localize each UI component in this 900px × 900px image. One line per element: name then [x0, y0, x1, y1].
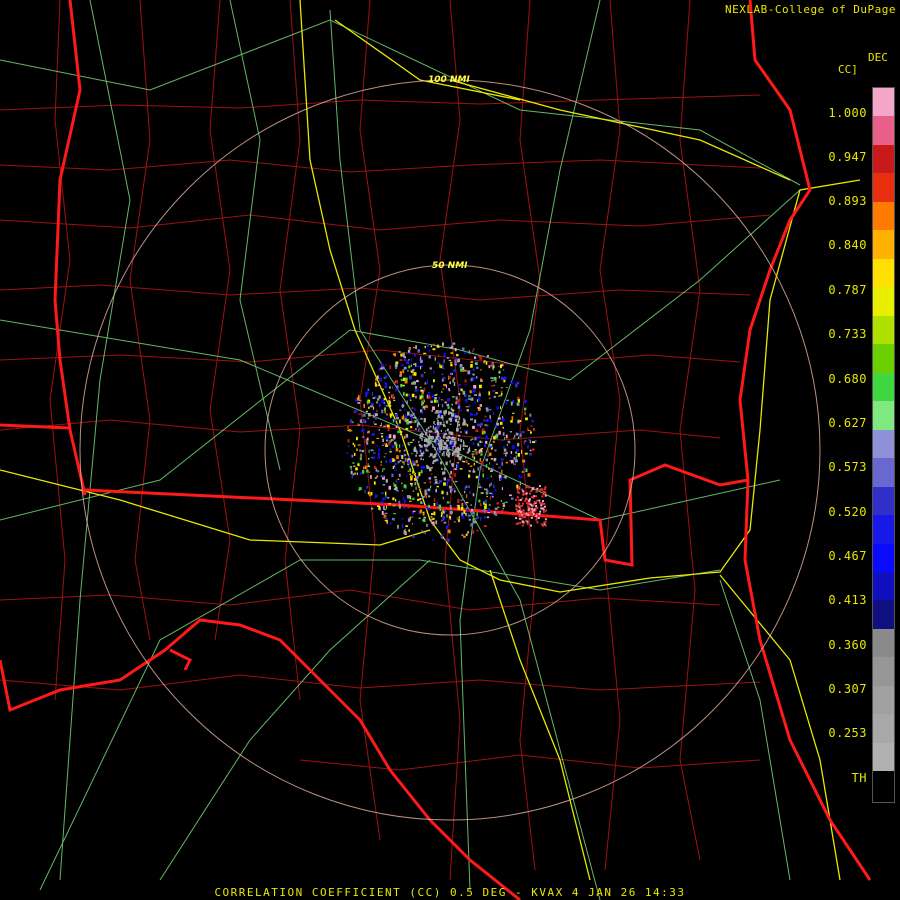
- legend-tick-label: 0.947: [828, 150, 867, 164]
- legend-color-segment: [873, 230, 894, 259]
- ring-label-50: 50 NMI: [432, 261, 468, 271]
- legend-tick-label: 1.000: [828, 106, 867, 120]
- legend-color-segment: [873, 258, 894, 288]
- legend-tick-label: 0.360: [828, 638, 867, 652]
- legend-color-segment: [873, 600, 894, 629]
- legend-color-segment: [873, 372, 894, 402]
- legend-tick-label: 0.787: [828, 283, 867, 297]
- legend-tick-label: 0.627: [828, 416, 867, 430]
- legend-color-segment: [873, 543, 894, 572]
- legend-tick-label: 0.253: [828, 726, 867, 740]
- legend-color-segment: [873, 144, 894, 174]
- legend-tick-label: 0.893: [828, 194, 867, 208]
- radar-map: 50 NMI 100 NMI: [0, 0, 900, 900]
- legend-color-segment: [873, 515, 894, 544]
- legend-color-segment: [873, 685, 894, 715]
- legend-title: DEC CC]: [838, 52, 888, 76]
- credit-label: NEXLAB-College of DuPage: [725, 3, 896, 16]
- legend-color-segment: [873, 201, 894, 231]
- legend-tick-label: 0.680: [828, 372, 867, 386]
- legend-color-segment: [873, 771, 894, 800]
- legend-tick-label: 0.520: [828, 505, 867, 519]
- legend-tick-label: 0.733: [828, 327, 867, 341]
- legend-color-segment: [873, 742, 894, 772]
- legend-color-segment: [873, 173, 894, 202]
- legend-color-segment: [873, 657, 894, 686]
- legend-tick-label: 0.840: [828, 238, 867, 252]
- legend-color-segment: [873, 571, 894, 601]
- legend-color-segment: [873, 287, 894, 316]
- legend-color-segment: [873, 344, 894, 373]
- legend-color-segment: [873, 88, 894, 117]
- legend-color-segment: [873, 116, 894, 145]
- legend-color-segment: [873, 486, 894, 516]
- legend-tick-label: TH: [851, 771, 867, 785]
- legend-tick-label: 0.573: [828, 460, 867, 474]
- ring-label-100: 100 NMI: [428, 75, 470, 85]
- legend-color-segment: [873, 429, 894, 459]
- legend-color-segment: [873, 401, 894, 430]
- legend-color-segment: [873, 714, 894, 743]
- legend-color-segment: [873, 315, 894, 345]
- legend-tick-label: 0.413: [828, 593, 867, 607]
- legend-title-line2: CC]: [838, 63, 858, 76]
- product-caption: CORRELATION COEFFICIENT (CC) 0.5 DEG - K…: [214, 886, 686, 899]
- legend-color-segment: [873, 458, 894, 487]
- legend-color-segment: [873, 628, 894, 658]
- color-scale-bar: [872, 87, 895, 803]
- legend-tick-label: 0.467: [828, 549, 867, 563]
- legend-tick-label: 0.307: [828, 682, 867, 696]
